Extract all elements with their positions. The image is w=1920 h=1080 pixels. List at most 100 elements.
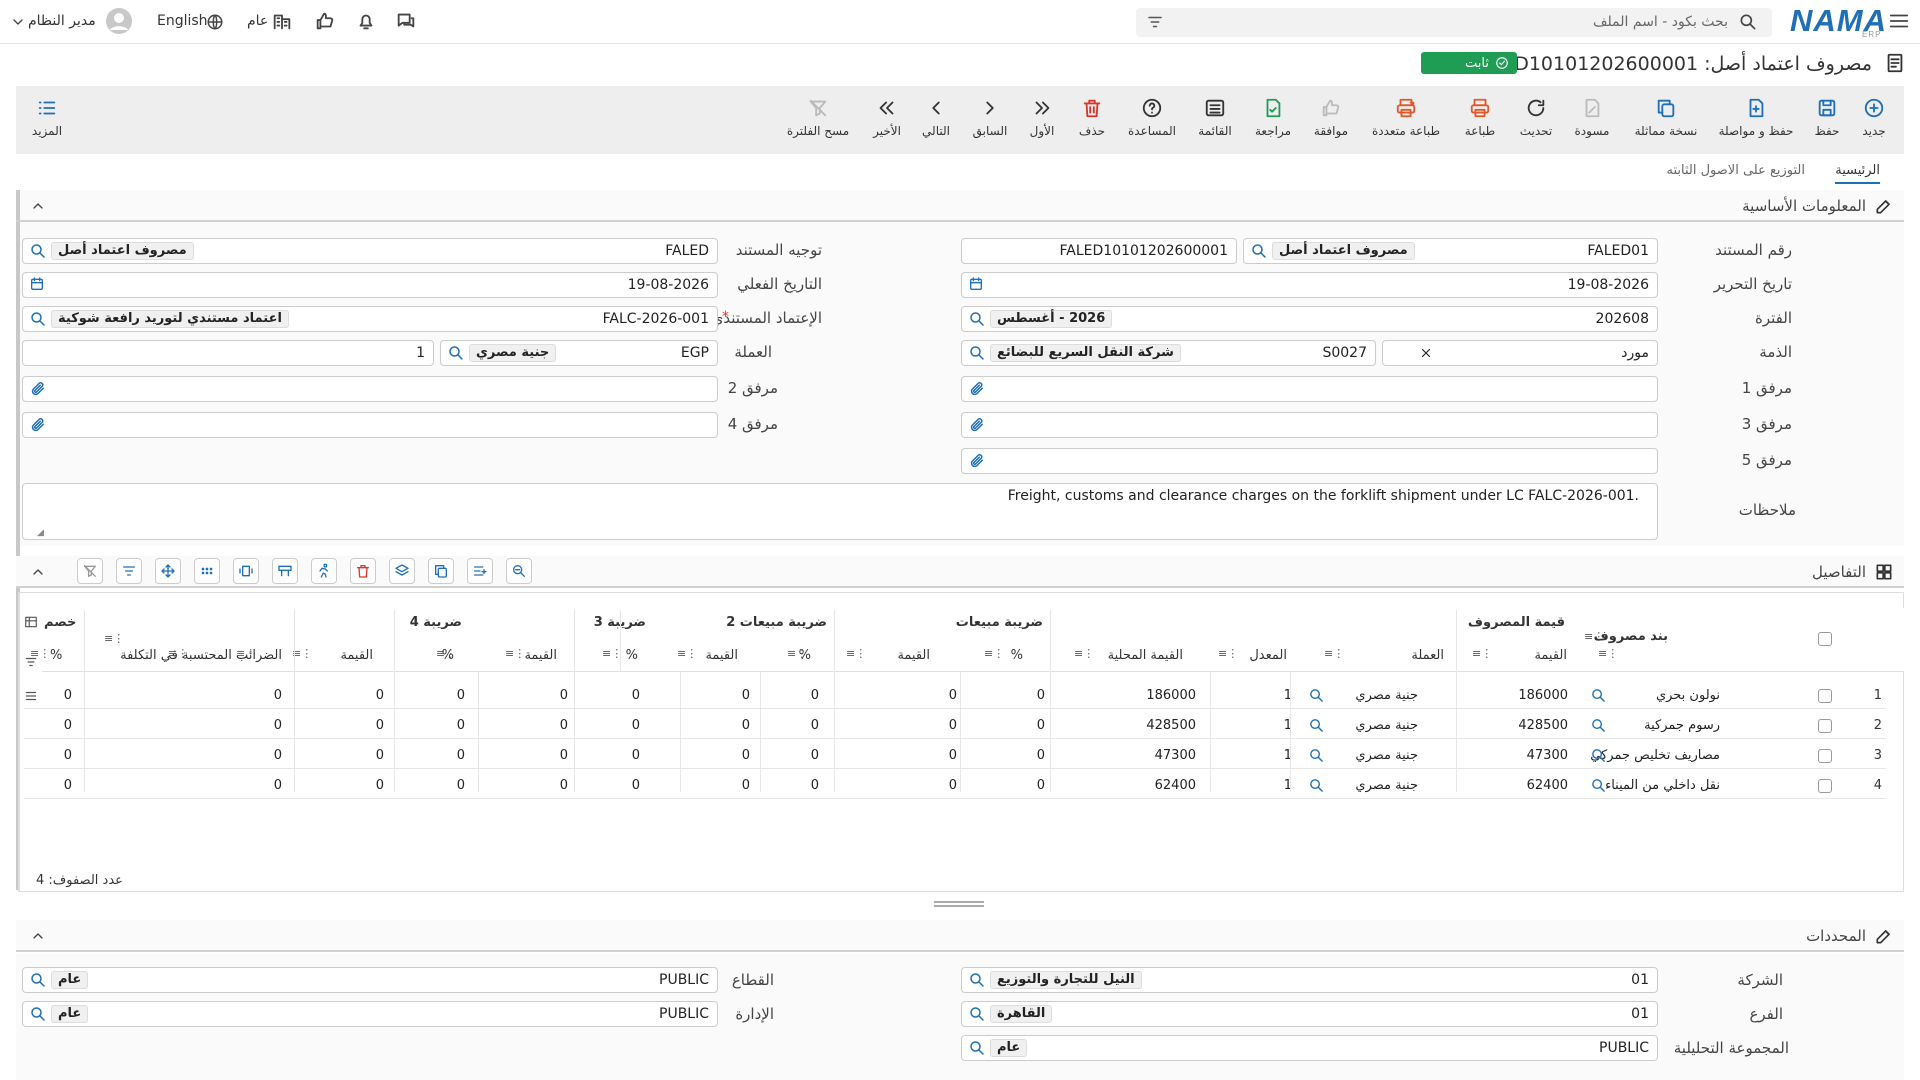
dims-header[interactable]: المحددات: [16, 920, 1904, 952]
toolbar-last-button[interactable]: الأخير: [847, 86, 927, 154]
toolbar-save-add-button[interactable]: حفظ و مواصلة: [1716, 86, 1796, 154]
attachment-2-field[interactable]: [22, 376, 718, 402]
attachment-4-field[interactable]: [22, 412, 718, 438]
filter-icon[interactable]: [1146, 13, 1164, 31]
paperclip-icon[interactable]: [29, 416, 47, 434]
row-lookup-icon[interactable]: [1590, 717, 1607, 734]
grid-tool-filter-lines-button[interactable]: [116, 558, 142, 584]
lookup-icon[interactable]: [968, 1039, 986, 1057]
app-logo[interactable]: NAMA ERP: [1790, 3, 1887, 39]
lookup-icon[interactable]: [968, 1005, 986, 1023]
grid-tool-zoom-search-button[interactable]: [506, 558, 532, 584]
chat-icon[interactable]: [395, 10, 417, 32]
toolbar-copy-button[interactable]: نسخة مماثلة: [1626, 86, 1706, 154]
row-checkbox[interactable]: [1818, 719, 1832, 733]
collapse-icon[interactable]: [30, 198, 46, 214]
grid-tool-delete-row-button[interactable]: [350, 558, 376, 584]
language-selector[interactable]: English: [157, 13, 208, 29]
calendar-icon[interactable]: [29, 276, 45, 292]
column-filter-icon[interactable]: ⋮≡: [292, 647, 312, 660]
search-input[interactable]: بحث بكود - اسم الملف: [1593, 14, 1728, 30]
lookup-icon[interactable]: [447, 344, 465, 362]
basic-info-header[interactable]: المعلومات الأساسية: [16, 190, 1904, 222]
row-lookup-icon[interactable]: [1308, 777, 1325, 794]
lookup-icon[interactable]: [968, 310, 986, 328]
row-lookup-icon[interactable]: [1308, 717, 1325, 734]
table-row[interactable]: [24, 798, 1886, 799]
lookup-icon[interactable]: [968, 971, 986, 989]
bell-icon[interactable]: [355, 10, 377, 32]
row-lookup-icon[interactable]: [1308, 747, 1325, 764]
column-filter-icon[interactable]: ⋮≡: [846, 647, 866, 660]
grid-tool-table-button[interactable]: [272, 558, 298, 584]
row-lookup-icon[interactable]: [1590, 687, 1607, 704]
party-field[interactable]: S0027 شركة النقل السريع للبضائع: [961, 340, 1376, 366]
branch-field[interactable]: 01 القاهرة: [961, 1001, 1658, 1027]
row-lookup-icon[interactable]: [1590, 747, 1607, 764]
collapse-icon[interactable]: [30, 928, 46, 944]
column-filter-icon[interactable]: ⋮≡: [236, 647, 256, 660]
lookup-icon[interactable]: [29, 310, 47, 328]
resize-splitter[interactable]: [934, 901, 984, 907]
user-name[interactable]: مدير النظام: [28, 13, 96, 29]
paperclip-icon[interactable]: [29, 380, 47, 398]
calendar-icon[interactable]: [968, 276, 984, 292]
table-row[interactable]: [24, 768, 1886, 769]
column-filter-icon[interactable]: ⋮≡: [677, 647, 697, 660]
column-filter-icon[interactable]: ⋮≡: [1218, 647, 1238, 660]
tab-main[interactable]: الرئيسية: [1835, 163, 1880, 184]
row-checkbox[interactable]: [1818, 779, 1832, 793]
attachment-3-field[interactable]: [961, 412, 1658, 438]
avatar[interactable]: [106, 8, 132, 34]
toolbar-print-button[interactable]: طباعة: [1440, 86, 1520, 154]
column-filter-icon[interactable]: ⋮≡: [168, 647, 188, 660]
department-field[interactable]: PUBLIC عام: [22, 1001, 718, 1027]
column-filter-icon[interactable]: ⋮≡: [1324, 647, 1344, 660]
lookup-icon[interactable]: [968, 344, 986, 362]
grid-tool-layers-button[interactable]: [389, 558, 415, 584]
column-filter-icon[interactable]: ⋮≡: [1598, 647, 1618, 660]
row-checkbox[interactable]: [1818, 749, 1832, 763]
clear-icon[interactable]: [1419, 346, 1433, 360]
grid-tool-run-button[interactable]: [311, 558, 337, 584]
paperclip-icon[interactable]: [968, 380, 986, 398]
doc-number-field[interactable]: FALED01 مصروف اعتماد أصل: [1243, 238, 1658, 264]
details-header[interactable]: التفاصيل: [16, 556, 1904, 588]
menu-icon[interactable]: [1888, 10, 1910, 32]
edit-date-field[interactable]: 19-08-2026: [961, 272, 1658, 298]
row-lookup-icon[interactable]: [1308, 687, 1325, 704]
doc-number-value-field[interactable]: FALED10101202600001: [961, 238, 1237, 264]
column-filter-icon[interactable]: ⋮≡: [1074, 647, 1094, 660]
lookup-icon[interactable]: [29, 1005, 47, 1023]
company-field[interactable]: 01 النيل للتجارة والتوزيع: [961, 967, 1658, 993]
table-row[interactable]: [24, 708, 1886, 709]
lookup-icon[interactable]: [1250, 242, 1268, 260]
lookup-icon[interactable]: [29, 971, 47, 989]
toolbar-clear-filter-button[interactable]: مسح الفلترة: [778, 86, 858, 154]
column-filter-icon[interactable]: ⋮≡: [984, 647, 1004, 660]
grid-tool-move-button[interactable]: [155, 558, 181, 584]
direction-field[interactable]: FALED مصروف اعتماد أصل: [22, 238, 718, 264]
more-button[interactable]: المزيد: [16, 86, 78, 154]
globe-icon[interactable]: [206, 13, 224, 31]
row-checkbox[interactable]: [1818, 689, 1832, 703]
currency-rate-field[interactable]: 1: [22, 340, 434, 366]
grid-tool-expand-button[interactable]: [233, 558, 259, 584]
column-filter-icon[interactable]: ⋮≡: [787, 647, 807, 660]
lc-field[interactable]: FALC-2026-001 اعتماد مستندي لتوريد رافعة…: [22, 306, 718, 332]
paperclip-icon[interactable]: [968, 452, 986, 470]
tab-fixed-assets-distribution[interactable]: التوزيع على الاصول الثابته: [1666, 163, 1805, 178]
period-field[interactable]: 202608 2026 - أغسطس: [961, 306, 1658, 332]
global-search[interactable]: بحث بكود - اسم الملف: [1136, 8, 1772, 37]
collapse-icon[interactable]: [30, 564, 46, 580]
chevron-down-icon[interactable]: [10, 14, 26, 30]
attachment-1-field[interactable]: [961, 376, 1658, 402]
toolbar-save-button[interactable]: حفظ: [1787, 86, 1867, 154]
grid-tool-clear-filter-button[interactable]: [77, 558, 103, 584]
currency-field[interactable]: EGP جنية مصري: [440, 340, 718, 366]
column-filter-icon[interactable]: ⋮≡: [1472, 647, 1492, 660]
lookup-icon[interactable]: [29, 242, 47, 260]
column-filter-icon[interactable]: ⋮≡: [1584, 630, 1604, 643]
sector-field[interactable]: PUBLIC عام: [22, 967, 718, 993]
grid-tool-copy-row-button[interactable]: [428, 558, 454, 584]
